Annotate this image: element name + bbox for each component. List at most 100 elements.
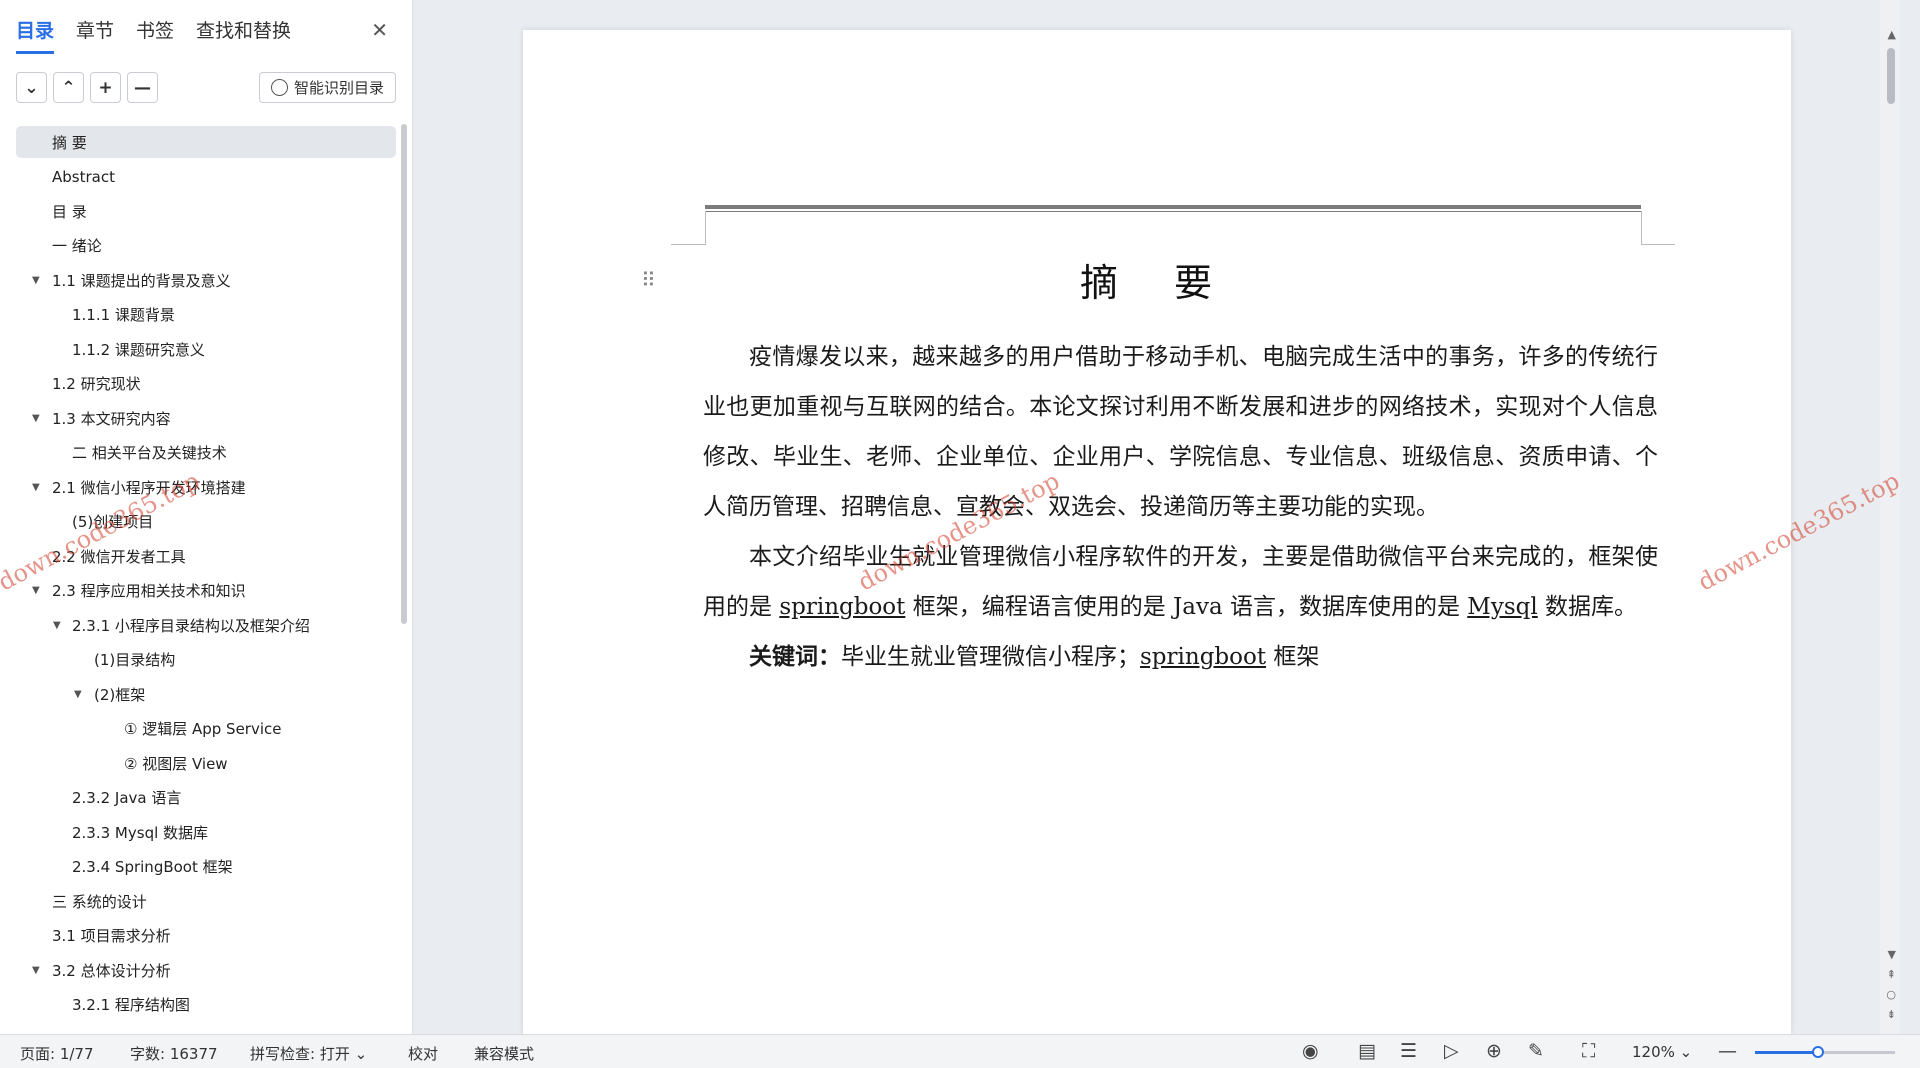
toc-item[interactable]: ▼ 2.3.1 小程序目录结构以及框架介绍	[16, 609, 396, 641]
toc-item[interactable]: ▼ 3.2 总体设计分析	[16, 954, 396, 986]
header-rule-thin	[705, 211, 1641, 212]
toc-item[interactable]: 1.2 研究现状	[16, 368, 396, 400]
zoom-slider[interactable]	[1755, 1046, 1895, 1058]
document-body[interactable]: 疫情爆发以来，越来越多的用户借助于移动手机、电脑完成生活中的事务，许多的传统行业…	[703, 332, 1658, 682]
expand-arrow-icon[interactable]: ▼	[32, 585, 40, 596]
toc-item-label: 2.3.2 Java 语言	[72, 789, 182, 807]
document-page[interactable]: ⠿ 摘 要 疫情爆发以来，越来越多的用户借助于移动手机、电脑完成生活中的事务，许…	[523, 30, 1791, 1034]
tab-find-replace[interactable]: 查找和替换	[196, 16, 291, 51]
keywords-paragraph[interactable]: 关键词：毕业生就业管理微信小程序；springboot 框架	[703, 632, 1658, 682]
zoom-out-icon[interactable]: —	[1718, 1040, 1737, 1062]
chevron-down-icon: ⌄	[354, 1045, 368, 1063]
toc-item[interactable]: ① 逻辑层 App Service	[16, 713, 396, 745]
toc-toolbar: ⌄ ⌃ + — 智能识别目录	[16, 72, 396, 104]
next-page-icon[interactable]: ⇟	[1887, 1008, 1896, 1021]
expand-arrow-icon[interactable]: ▼	[32, 275, 40, 286]
toc-item[interactable]: (1)目录结构	[16, 644, 396, 676]
toc-item[interactable]: ② 视图层 View	[16, 747, 396, 779]
toc-item-label: 2.3.3 Mysql 数据库	[72, 823, 209, 842]
header-rule	[705, 205, 1641, 209]
expand-arrow-icon[interactable]: ▼	[32, 482, 40, 493]
toc-item[interactable]: 目 录	[16, 195, 396, 227]
prev-page-icon[interactable]: ⇞	[1887, 968, 1896, 981]
proofread-button[interactable]: 校对	[408, 1043, 438, 1064]
toc-item[interactable]: ▼ (2)框架	[16, 678, 396, 710]
toc-item[interactable]: 2.3.2 Java 语言	[16, 782, 396, 814]
word-count[interactable]: 字数: 16377	[130, 1043, 218, 1064]
toc-item[interactable]: ▼ 1.1 课题提出的背景及意义	[16, 264, 396, 296]
expand-arrow-icon[interactable]: ▼	[74, 689, 82, 700]
page-indicator[interactable]: 页面: 1/77	[20, 1043, 94, 1064]
tab-chapters[interactable]: 章节	[76, 16, 114, 51]
toc-item-label: Abstract	[52, 167, 115, 186]
add-heading-button[interactable]: +	[90, 72, 121, 103]
toc-item-label: 一 绪论	[52, 237, 102, 255]
expand-arrow-icon[interactable]: ▼	[53, 620, 61, 631]
tab-bookmarks[interactable]: 书签	[136, 16, 174, 51]
toc-item[interactable]: 摘 要	[16, 126, 396, 158]
expand-arrow-icon[interactable]: ▼	[32, 413, 40, 424]
tab-toc[interactable]: 目录	[16, 16, 55, 54]
close-icon[interactable]: ✕	[371, 18, 388, 42]
scroll-down-icon[interactable]: ▼	[1888, 948, 1896, 961]
expand-down-button[interactable]: ⌄	[16, 72, 47, 103]
minus-icon: —	[134, 77, 151, 98]
toc-item-label: 1.1.1 课题背景	[72, 306, 175, 324]
toc-item[interactable]: 3.1 项目需求分析	[16, 920, 396, 952]
select-browse-icon[interactable]: ○	[1886, 988, 1896, 1001]
chevron-down-icon: ⌄	[24, 77, 39, 98]
toc-item-label: 3.2 总体设计分析	[52, 961, 171, 980]
toc-item-label: (2)框架	[94, 685, 146, 704]
zoom-value: 120%	[1632, 1043, 1675, 1061]
status-bar: 页面: 1/77 字数: 16377 拼写检查: 打开 ⌄ 校对 兼容模式 ◉ …	[0, 1034, 1920, 1068]
web-view-icon[interactable]: ⊕	[1486, 1040, 1502, 1062]
pen-icon[interactable]: ✎	[1528, 1040, 1544, 1062]
spell-check-toggle[interactable]: 拼写检查: 打开 ⌄	[250, 1043, 367, 1064]
zoom-slider-handle[interactable]	[1812, 1046, 1824, 1058]
spell-check-label: 拼写检查: 打开	[250, 1045, 350, 1063]
keywords-springboot: springboot	[1140, 644, 1267, 670]
toc-item[interactable]: 2.3.4 SpringBoot 框架	[16, 851, 396, 883]
toc-item[interactable]: 三 系统的设计	[16, 885, 396, 917]
zoom-level[interactable]: 120% ⌄	[1632, 1043, 1692, 1061]
toc-item-label: ② 视图层 View	[124, 754, 228, 773]
toc-item[interactable]: ▼ 2.1 微信小程序开发环境搭建	[16, 471, 396, 503]
toc-item-label: 2.3.4 SpringBoot 框架	[72, 858, 233, 876]
toc-item[interactable]: 3.2.1 程序结构图	[16, 989, 396, 1021]
collapse-up-button[interactable]: ⌃	[53, 72, 84, 103]
toc-item[interactable]: ▼ 1.3 本文研究内容	[16, 402, 396, 434]
margin-mark-right	[1641, 211, 1642, 245]
toc-item-label: 二 相关平台及关键技术	[72, 444, 227, 462]
outline-view-icon[interactable]: ☰	[1400, 1040, 1417, 1062]
remove-heading-button[interactable]: —	[127, 72, 158, 103]
keywords-text-a: 毕业生就业管理微信小程序；	[841, 644, 1140, 670]
scroll-up-icon[interactable]: ▲	[1888, 28, 1896, 41]
toc-item[interactable]: 1.1.2 课题研究意义	[16, 333, 396, 365]
margin-mark-left	[705, 211, 706, 245]
document-title[interactable]: 摘 要	[523, 252, 1791, 307]
toc-item-label: 三 系统的设计	[52, 892, 147, 911]
page-view-icon[interactable]: ▤	[1358, 1040, 1376, 1062]
abstract-paragraph-1[interactable]: 疫情爆发以来，越来越多的用户借助于移动手机、电脑完成生活中的事务，许多的传统行业…	[703, 332, 1658, 532]
navigation-panel: 目录 章节 书签 查找和替换 ✕ ⌄ ⌃ + — 智能识别目录 摘 要 Abstr…	[0, 0, 413, 1034]
fit-page-icon[interactable]: ⛶	[1582, 1040, 1595, 1062]
eye-protection-icon[interactable]: ◉	[1302, 1040, 1319, 1062]
abstract-paragraph-2[interactable]: 本文介绍毕业生就业管理微信小程序软件的开发，主要是借助微信平台来完成的，框架使用…	[703, 532, 1658, 632]
document-scroll-thumb[interactable]	[1887, 48, 1895, 104]
toc-item-label: 1.1.2 课题研究意义	[72, 340, 205, 359]
play-icon[interactable]: ▷	[1444, 1040, 1459, 1062]
toc-item-label: 3.2.1 程序结构图	[72, 996, 190, 1014]
toc-item[interactable]: 2.3.3 Mysql 数据库	[16, 816, 396, 848]
chevron-up-icon: ⌃	[61, 77, 76, 98]
expand-arrow-icon[interactable]: ▼	[32, 965, 40, 976]
toc-item[interactable]: 1.1.1 课题背景	[16, 299, 396, 331]
smart-recognize-toc-button[interactable]: 智能识别目录	[259, 72, 396, 103]
toc-item[interactable]: Abstract	[16, 161, 396, 193]
toc-item[interactable]: 一 绪论	[16, 230, 396, 262]
toc-item-label: 1.1 课题提出的背景及意义	[52, 271, 231, 290]
plus-icon: +	[98, 77, 113, 98]
toc-item[interactable]: ▼ 2.3 程序应用相关技术和知识	[16, 575, 396, 607]
document-scrollbar[interactable]: ▲ ▼ ⇞ ○ ⇟	[1880, 0, 1900, 1034]
toc-item[interactable]: 二 相关平台及关键技术	[16, 437, 396, 469]
toc-scrollbar[interactable]	[401, 124, 407, 624]
